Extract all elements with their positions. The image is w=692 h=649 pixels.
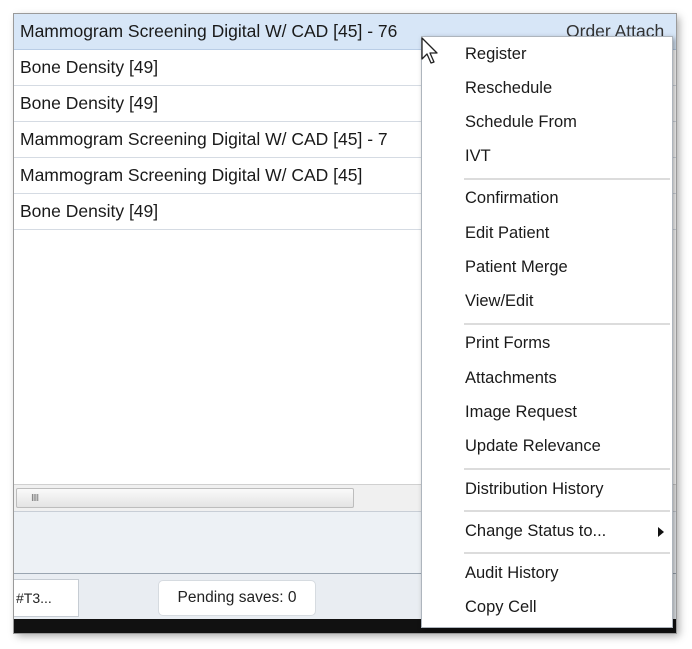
menu-item-label: Distribution History (465, 480, 604, 498)
menu-item-print-forms[interactable]: Print Forms (422, 327, 672, 359)
submenu-arrow-icon (658, 527, 664, 537)
menu-item-label: IVT (465, 147, 491, 165)
menu-item-view-edit[interactable]: View/Edit (422, 285, 672, 317)
menu-item-ivt[interactable]: IVT (422, 140, 672, 172)
row-procedure: Bone Density [49] (20, 57, 159, 77)
menu-item-label: Print Forms (465, 334, 551, 352)
menu-item-label: Patient Merge (465, 258, 568, 276)
menu-item-label: Edit Patient (465, 224, 550, 242)
menu-separator (464, 178, 670, 180)
menu-separator (464, 510, 670, 512)
menu-item-label: Reschedule (465, 79, 553, 97)
menu-item-label: Register (465, 45, 527, 63)
menu-item-edit-patient[interactable]: Edit Patient (422, 217, 672, 249)
menu-item-label: Attachments (465, 369, 557, 387)
menu-item-copy-cell[interactable]: Copy Cell (422, 591, 672, 623)
menu-item-label: Schedule From (465, 113, 577, 131)
row-procedure: Mammogram Screening Digital W/ CAD [45] … (20, 129, 388, 149)
menu-item-confirmation[interactable]: Confirmation (422, 182, 672, 214)
context-menu: Register Reschedule Schedule From IVT Co… (421, 36, 673, 628)
mouse-cursor-icon (421, 37, 438, 64)
menu-item-register[interactable]: Register (422, 38, 672, 70)
menu-item-label: Change Status to... (465, 522, 607, 540)
menu-item-label: View/Edit (465, 292, 534, 310)
row-procedure: Mammogram Screening Digital W/ CAD [45] … (20, 21, 398, 41)
menu-item-schedule-from[interactable]: Schedule From (422, 106, 672, 138)
menu-item-label: Audit History (465, 564, 559, 582)
menu-item-change-status[interactable]: Change Status to... (422, 515, 672, 547)
menu-separator (464, 468, 670, 470)
row-procedure: Mammogram Screening Digital W/ CAD [45] (20, 165, 363, 185)
menu-item-label: Confirmation (465, 189, 559, 207)
row-procedure: Bone Density [49] (20, 93, 159, 113)
menu-item-image-request[interactable]: Image Request (422, 396, 672, 428)
status-tab[interactable]: #T3... (14, 579, 79, 617)
menu-item-update-relevance[interactable]: Update Relevance (422, 430, 672, 462)
menu-item-label: Update Relevance (465, 437, 601, 455)
row-procedure: Bone Density [49] (20, 201, 159, 221)
menu-separator (464, 323, 670, 325)
menu-item-patient-merge[interactable]: Patient Merge (422, 251, 672, 283)
menu-item-label: Copy Cell (465, 598, 537, 616)
menu-item-attachments[interactable]: Attachments (422, 362, 672, 394)
menu-item-label: Image Request (465, 403, 577, 421)
menu-item-distribution-history[interactable]: Distribution History (422, 473, 672, 505)
grip-icon: IIII (31, 493, 39, 504)
menu-separator (464, 552, 670, 554)
pending-saves-indicator: Pending saves: 0 (158, 580, 316, 616)
app-window: Mammogram Screening Digital W/ CAD [45] … (14, 14, 676, 633)
menu-item-audit-history[interactable]: Audit History (422, 557, 672, 589)
menu-item-reschedule[interactable]: Reschedule (422, 72, 672, 104)
scrollbar-thumb[interactable]: IIII (16, 488, 354, 508)
